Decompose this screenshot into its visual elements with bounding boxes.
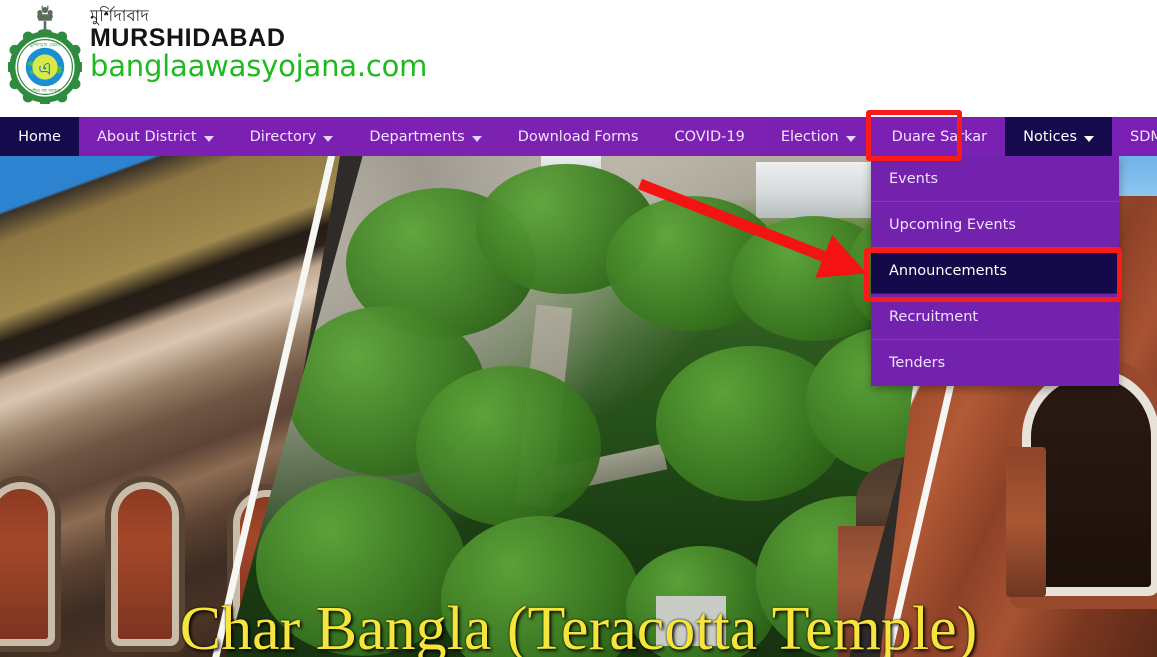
nav-item-sdm-court[interactable]: SDM Court xyxy=(1112,117,1157,156)
site-header: এ মুর্শিদাবাদ জেলা পশ্চিম বঙ্গ সরকার মুর… xyxy=(0,0,1157,117)
header-titles: মুর্শিদাবাদ MURSHIDABAD banglaawasyojana… xyxy=(90,8,427,81)
temple-column xyxy=(1006,447,1046,597)
svg-text:পশ্চিম বঙ্গ সরকার: পশ্চিম বঙ্গ সরকার xyxy=(30,89,61,94)
nav-label-election: Election xyxy=(780,128,839,145)
nav-label-notices: Notices xyxy=(1023,128,1078,145)
main-navigation: Home About District Directory Department… xyxy=(0,117,1157,156)
nav-label-departments: Departments xyxy=(369,128,465,145)
dropdown-label-announcements: Announcements xyxy=(889,262,1007,279)
hero-caption: Char Bangla (Teracotta Temple) xyxy=(179,594,978,657)
nav-item-notices[interactable]: Notices xyxy=(1005,117,1113,156)
temple-archway xyxy=(1031,377,1151,587)
dropdown-item-announcements[interactable]: Announcements xyxy=(871,248,1119,294)
district-name-english: MURSHIDABAD xyxy=(90,24,286,52)
nav-label-download-forms: Download Forms xyxy=(517,128,639,145)
site-url-text: banglaawasyojana.com xyxy=(90,49,428,83)
nav-item-election[interactable]: Election xyxy=(763,117,874,156)
dropdown-item-events[interactable]: Events xyxy=(871,156,1119,202)
nav-item-directory[interactable]: Directory xyxy=(232,117,352,156)
nav-item-departments[interactable]: Departments xyxy=(351,117,499,156)
nav-label-about-district: About District xyxy=(97,128,197,145)
chevron-down-icon xyxy=(1084,135,1095,142)
chevron-down-icon xyxy=(471,135,482,142)
nav-label-home: Home xyxy=(18,128,61,145)
nav-item-home[interactable]: Home xyxy=(0,117,79,156)
dropdown-label-events: Events xyxy=(889,170,939,187)
dropdown-label-tenders: Tenders xyxy=(889,355,946,371)
dropdown-item-upcoming-events[interactable]: Upcoming Events xyxy=(871,202,1119,248)
nav-label-directory: Directory xyxy=(249,128,317,145)
nav-item-covid-19[interactable]: COVID-19 xyxy=(656,117,762,156)
nav-label-sdm-court: SDM Court xyxy=(1130,128,1157,145)
notices-dropdown-menu: Events Upcoming Events Announcements Rec… xyxy=(871,156,1119,386)
nav-item-about-district[interactable]: About District xyxy=(79,117,232,156)
district-seal-logo: এ মুর্শিদাবাদ জেলা পশ্চিম বঙ্গ সরকার xyxy=(8,30,82,104)
chevron-down-icon xyxy=(323,135,334,142)
dropdown-label-recruitment: Recruitment xyxy=(889,308,979,325)
site-logo[interactable]: এ মুর্শিদাবাদ জেলা পশ্চিম বঙ্গ সরকার xyxy=(6,4,82,112)
page-root: এ মুর্শিদাবাদ জেলা পশ্চিম বঙ্গ সরকার মুর… xyxy=(0,0,1157,657)
nav-label-covid-19: COVID-19 xyxy=(674,128,745,145)
svg-text:এ: এ xyxy=(38,59,52,79)
nav-item-duare-sarkar[interactable]: Duare Sarkar xyxy=(874,117,1005,156)
dropdown-item-recruitment[interactable]: Recruitment xyxy=(871,294,1119,340)
district-name-bengali: মুর্শিদাবাদ xyxy=(90,6,149,25)
nav-label-duare-sarkar: Duare Sarkar xyxy=(891,128,988,145)
chevron-down-icon xyxy=(845,135,856,142)
chevron-down-icon xyxy=(203,135,214,142)
dropdown-item-tenders[interactable]: Tenders xyxy=(871,340,1119,386)
nav-item-download-forms[interactable]: Download Forms xyxy=(500,117,657,156)
dropdown-label-upcoming-events: Upcoming Events xyxy=(889,216,1016,233)
